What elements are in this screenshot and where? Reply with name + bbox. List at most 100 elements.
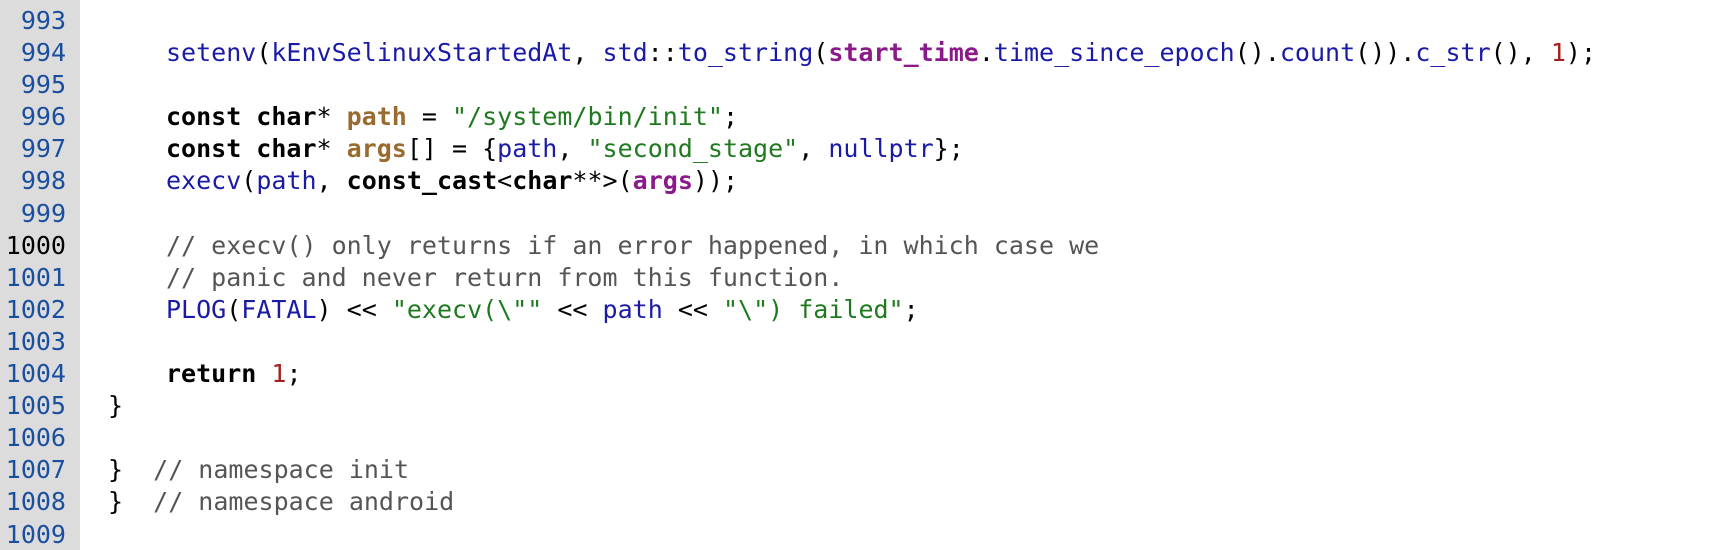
line-number[interactable]: 996 [0, 101, 66, 133]
line-number[interactable]: 1001 [0, 262, 66, 294]
code-token: args [346, 134, 407, 164]
code-token: "execv(\"" [391, 294, 543, 324]
code-token: ( [226, 294, 242, 324]
code-token: const_cast [346, 166, 498, 196]
line-number[interactable]: 1000 [0, 230, 66, 262]
code-token: } [108, 487, 154, 517]
line-number[interactable]: 993 [0, 5, 66, 37]
code-token: ( [256, 38, 272, 68]
code-line: 1001 // panic and never return from this … [0, 262, 1736, 294]
code-line: 996 const char* path = "/system/bin/init"… [0, 101, 1736, 133]
line-number[interactable]: 1009 [0, 519, 66, 550]
code-token: setenv [166, 38, 257, 68]
line-number[interactable]: 1004 [0, 358, 66, 390]
code-token: args [632, 166, 693, 196]
code-token: const char [166, 102, 317, 132]
line-code: PLOG(FATAL) << "execv(\"" << path << "\"… [166, 294, 919, 326]
code-token: (). [1234, 38, 1280, 68]
code-listing: 993 994 setenv(kEnvSelinuxStartedAt, std::… [0, 5, 1736, 550]
line-number[interactable]: 1007 [0, 454, 66, 486]
code-token: ( [241, 166, 257, 196]
code-token: ) << [316, 294, 392, 324]
line-code: } // namespace init [108, 454, 409, 486]
code-token: * [316, 102, 347, 132]
code-token: time_since_epoch [993, 38, 1235, 68]
code-token: = [406, 102, 452, 132]
line-number[interactable]: 1005 [0, 390, 66, 422]
code-line: 1006 [0, 422, 1736, 454]
code-token: (), [1490, 38, 1551, 68]
code-token: ; [286, 359, 302, 389]
line-code: const char* path = "/system/bin/init"; [166, 101, 738, 133]
code-line: 1002 PLOG(FATAL) << "execv(\"" << path <<… [0, 294, 1736, 326]
code-token: "second_stage" [587, 134, 799, 164]
code-token: < [497, 166, 513, 196]
code-token: c_str [1415, 38, 1491, 68]
code-token: start_time [828, 38, 979, 68]
code-line: 998 execv(path, const_cast<char**>(args))… [0, 165, 1736, 197]
line-code: } // namespace android [108, 486, 454, 518]
line-code: // panic and never return from this func… [166, 262, 843, 294]
line-number[interactable]: 994 [0, 37, 66, 69]
code-token: // namespace android [153, 487, 455, 517]
code-line: 1007} // namespace init [0, 454, 1736, 486]
code-token: "/system/bin/init" [452, 102, 723, 132]
code-token: . [978, 38, 994, 68]
code-line: 995 [0, 69, 1736, 101]
code-token: , [572, 38, 603, 68]
code-token: count [1279, 38, 1356, 68]
code-token: kEnvSelinuxStartedAt [271, 38, 573, 68]
code-line: 993 [0, 5, 1736, 37]
code-token: path [602, 294, 663, 324]
line-number[interactable]: 999 [0, 198, 66, 230]
code-token: const char [166, 134, 317, 164]
code-token: << [662, 294, 723, 324]
code-token: , [316, 166, 347, 196]
code-token: , [557, 134, 588, 164]
code-token: // execv() only returns if an error happ… [166, 230, 1100, 260]
code-token: 1 [1550, 38, 1566, 68]
line-number[interactable]: 1003 [0, 326, 66, 358]
code-token: path [256, 166, 317, 196]
code-token: **>( [572, 166, 633, 196]
code-token: FATAL [241, 294, 317, 324]
code-line: 999 [0, 198, 1736, 230]
code-token: * [316, 134, 347, 164]
code-token: path [497, 134, 558, 164]
code-line: 1003 [0, 326, 1736, 358]
code-line: 1008} // namespace android [0, 486, 1736, 518]
code-token: std [602, 38, 648, 68]
code-token: << [542, 294, 603, 324]
code-token: ); [1565, 38, 1597, 68]
code-token: to_string [677, 38, 814, 68]
code-token: [] = { [406, 134, 498, 164]
line-number[interactable]: 1006 [0, 422, 66, 454]
code-token: ; [903, 294, 919, 324]
code-line: 997 const char* args[] = {path, "second_s… [0, 133, 1736, 165]
code-token: nullptr [828, 134, 934, 164]
line-number[interactable]: 995 [0, 69, 66, 101]
code-token: }; [933, 134, 964, 164]
code-token: , [798, 134, 829, 164]
code-token: 1 [271, 359, 287, 389]
code-viewer: 993 994 setenv(kEnvSelinuxStartedAt, std::… [0, 0, 1736, 550]
line-number[interactable]: 997 [0, 133, 66, 165]
code-line: 994 setenv(kEnvSelinuxStartedAt, std::to_… [0, 37, 1736, 69]
code-token: ()). [1355, 38, 1416, 68]
line-code: } [108, 390, 123, 422]
code-line: 1000 // execv() only returns if an error … [0, 230, 1736, 262]
line-code: execv(path, const_cast<char**>(args)); [166, 165, 738, 197]
line-number[interactable]: 998 [0, 165, 66, 197]
line-number[interactable]: 1008 [0, 486, 66, 518]
code-token: ; [722, 102, 738, 132]
code-token: // namespace init [153, 455, 410, 485]
line-code: return 1; [166, 358, 302, 390]
code-token: "\") failed" [722, 294, 904, 324]
code-token: PLOG [166, 294, 227, 324]
code-token: :: [647, 38, 678, 68]
code-token: } [108, 455, 154, 485]
code-token: ( [813, 38, 829, 68]
line-number[interactable]: 1002 [0, 294, 66, 326]
code-token: } [108, 391, 124, 421]
